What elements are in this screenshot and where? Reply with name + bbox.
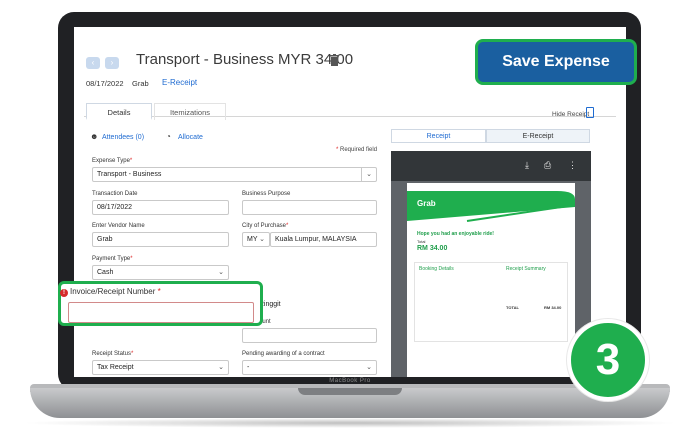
device-label: MacBook Pro	[329, 378, 371, 384]
city-field[interactable]: Kuala Lumpur, MALAYSIA	[270, 232, 377, 247]
chevron-down-icon: ⌄	[361, 168, 376, 181]
chevron-down-icon: ⌄	[218, 269, 224, 276]
receipt-status-label: Receipt Status*	[92, 351, 134, 357]
vendor-name-field[interactable]: Grab	[92, 232, 229, 247]
chevron-down-icon: ⌄	[259, 236, 265, 243]
header-vendor: Grab	[132, 79, 149, 88]
laptop-notch	[298, 388, 402, 395]
receipt-details-card	[414, 262, 568, 342]
amount-field[interactable]	[242, 328, 377, 343]
transaction-date-field[interactable]: 08/17/2022	[92, 200, 229, 215]
document-icon[interactable]	[586, 107, 594, 118]
viewer-toolbar	[391, 151, 591, 181]
receipt-headline: Hope you had an enjoyable ride!	[417, 231, 494, 237]
receipt-amount: RM 34.00	[417, 245, 448, 252]
back-button[interactable]: ‹	[86, 57, 100, 69]
vendor-name-label: Enter Vendor Name	[92, 223, 145, 229]
hide-receipt-link[interactable]: Hide Receipt	[552, 111, 589, 118]
receipt-brand: Grab	[417, 199, 436, 208]
page-title: Transport - Business MYR 34.00	[136, 51, 354, 68]
expense-type-select[interactable]: Transport - Business ⌄	[92, 167, 377, 182]
error-icon: !	[60, 289, 68, 297]
allocate-link[interactable]: Allocate	[178, 134, 203, 141]
receipt-total-label: Total	[417, 239, 426, 244]
tab-ereceipt[interactable]: E-Receipt	[486, 129, 590, 143]
business-purpose-label: Business Purpose	[242, 191, 291, 197]
payment-type-select[interactable]: Cash ⌄	[92, 265, 229, 280]
chevron-down-icon: ⌄	[218, 364, 224, 371]
header-date: 08/17/2022	[86, 79, 124, 88]
pending-award-label: Pending awarding of a contract	[242, 351, 325, 357]
tab-itemizations[interactable]: Itemizations	[154, 103, 226, 120]
save-expense-button[interactable]: Save Expense	[475, 39, 637, 85]
trash-icon[interactable]	[330, 54, 339, 66]
invoice-label: Invoice/Receipt Number *	[70, 287, 161, 296]
allocate-icon: ◔	[166, 132, 171, 141]
ereceipt-link[interactable]: E-Receipt	[162, 78, 197, 87]
expense-type-label: Expense Type*	[92, 158, 133, 164]
payment-type-label: Payment Type*	[92, 256, 133, 262]
booking-details-title: Booking Details	[419, 266, 454, 272]
city-label: City of Purchase*	[242, 223, 289, 229]
tab-details[interactable]: Details	[86, 103, 152, 120]
receipt-total-row: TOTAL	[506, 305, 519, 310]
laptop-shadow	[20, 418, 680, 428]
business-purpose-field[interactable]	[242, 200, 377, 215]
attendees-icon: ☻	[90, 132, 99, 141]
receipt-total-row-value: RM 34.00	[544, 305, 562, 310]
pending-award-select[interactable]: - ⌄	[242, 360, 377, 375]
receipt-status-select[interactable]: Tax Receipt ⌄	[92, 360, 229, 375]
tab-receipt[interactable]: Receipt	[391, 129, 486, 143]
more-icon[interactable]: ⋮	[568, 160, 577, 171]
required-note: * Required field	[336, 147, 378, 153]
receipt-summary-title: Receipt Summary	[506, 266, 546, 272]
attendees-link[interactable]: Attendees (0)	[102, 134, 144, 141]
step-number-badge: 3	[567, 319, 649, 401]
print-icon[interactable]: ⎙	[544, 160, 551, 171]
country-select[interactable]: MY ⌄	[242, 232, 270, 247]
forward-button[interactable]: ›	[105, 57, 119, 69]
download-icon[interactable]: ⤓	[525, 160, 529, 171]
chevron-down-icon: ⌄	[366, 364, 372, 371]
invoice-number-input[interactable]	[68, 302, 254, 323]
transaction-date-label: Transaction Date	[92, 191, 138, 197]
